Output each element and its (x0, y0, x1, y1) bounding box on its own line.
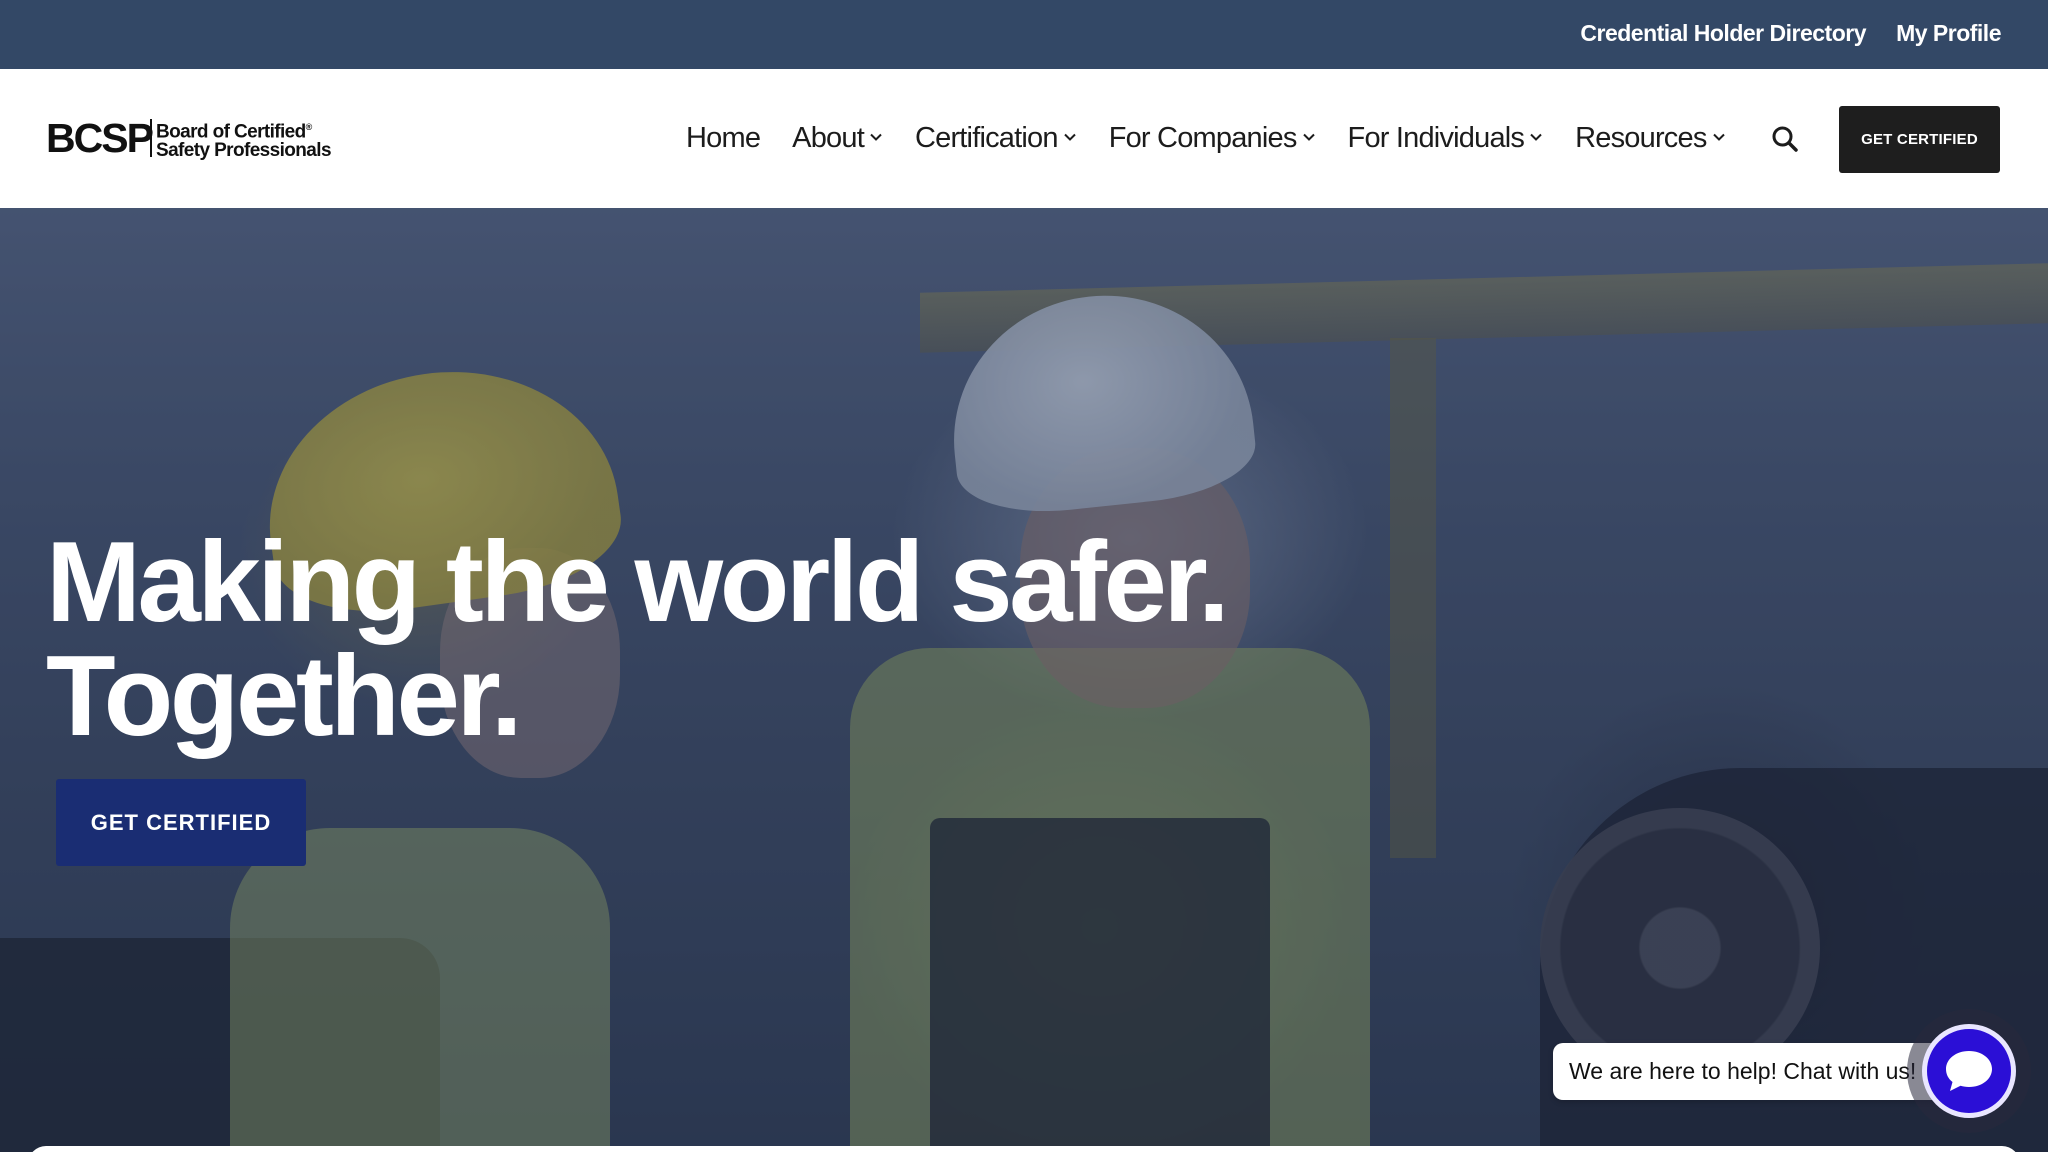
chat-launcher-button[interactable] (1922, 1024, 2016, 1118)
nav-item-label: About (792, 122, 865, 154)
header-get-certified-button[interactable]: GET CERTIFIED (1839, 106, 2000, 173)
logo-mark: BCSP (46, 115, 154, 161)
search-icon[interactable] (1771, 125, 1799, 153)
nav-item-for-individuals[interactable]: For Individuals (1348, 122, 1544, 155)
nav-item-certification[interactable]: Certification (915, 122, 1077, 155)
nav-item-label: Home (686, 122, 761, 154)
nav-item-home[interactable]: Home (686, 122, 761, 155)
nav-item-resources[interactable]: Resources (1575, 122, 1725, 155)
nav-item-about[interactable]: About (792, 122, 883, 155)
chevron-down-icon (1063, 133, 1076, 141)
chevron-down-icon (870, 133, 882, 141)
bcsp-logo[interactable]: BCSP Board of Certified® Safety Professi… (46, 116, 346, 160)
main-nav: Home About Certification For Companies F… (686, 69, 1758, 208)
logo-line-2: Safety Professionals (156, 140, 332, 162)
utility-bar: Credential Holder Directory My Profile (0, 0, 2048, 69)
chat-prompt[interactable]: We are here to help! Chat with us! (1553, 1043, 1953, 1100)
hero-title: Making the world safer. Together. (46, 526, 1346, 754)
my-profile-link[interactable]: My Profile (1896, 0, 2001, 69)
chevron-down-icon (1530, 133, 1542, 141)
chat-bubble-icon (1946, 1051, 1992, 1091)
main-header: BCSP Board of Certified® Safety Professi… (0, 69, 2048, 208)
nav-item-for-companies[interactable]: For Companies (1109, 122, 1316, 155)
chevron-down-icon (1302, 133, 1315, 141)
chevron-down-icon (1712, 133, 1725, 141)
nav-item-label: For Companies (1108, 122, 1298, 154)
credential-holder-directory-link[interactable]: Credential Holder Directory (1580, 0, 1866, 69)
hero-section: Making the world safer. Together. GET CE… (0, 208, 2048, 1152)
logo-wordmark: Board of Certified® Safety Professionals (156, 118, 332, 162)
hero-title-line-2: Together. (46, 633, 523, 760)
content-card-top-edge (28, 1146, 2020, 1152)
registered-mark: ® (305, 122, 313, 132)
hero-title-line-1: Making the world safer. (46, 519, 1230, 646)
logo-line-1: Board of Certified (156, 121, 306, 143)
logo-divider (150, 119, 152, 157)
hero-get-certified-button[interactable]: GET CERTIFIED (56, 779, 306, 866)
nav-item-label: Certification (914, 122, 1059, 154)
nav-item-label: Resources (1575, 122, 1707, 154)
nav-item-label: For Individuals (1347, 122, 1525, 154)
